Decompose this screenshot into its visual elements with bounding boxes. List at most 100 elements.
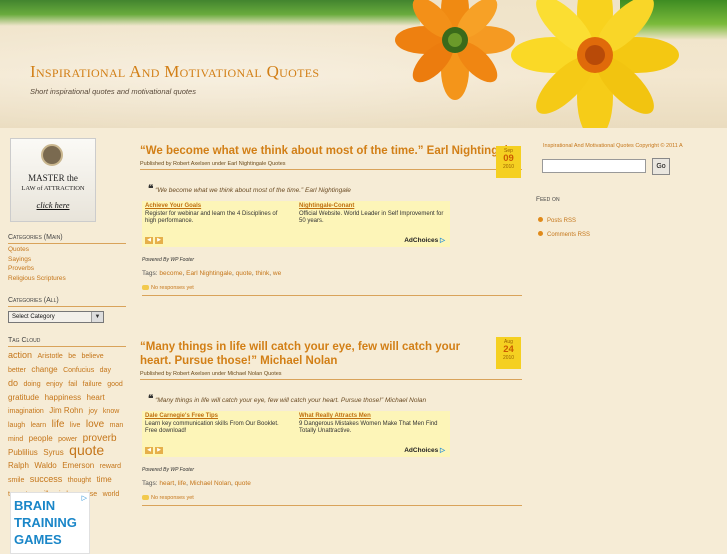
tag-link[interactable]: time <box>97 475 112 484</box>
tag-link[interactable]: Ralph <box>8 461 29 470</box>
tag-link[interactable]: change <box>31 365 57 374</box>
tag-link[interactable]: become <box>159 270 182 277</box>
ad-unit[interactable]: Achieve Your Goals Register for webinar … <box>145 203 290 226</box>
tag-link[interactable]: Confucius <box>63 367 94 374</box>
category-link[interactable]: Sayings <box>8 255 130 265</box>
date-year: 2010 <box>502 355 515 361</box>
tag-link[interactable]: failure <box>83 381 102 388</box>
tag-link[interactable]: people <box>29 434 53 443</box>
tag-link[interactable]: better <box>8 367 26 374</box>
tag-link[interactable]: action <box>8 350 32 360</box>
ad-unit[interactable]: What Really Attracts Men 9 Dangerous Mis… <box>299 413 444 436</box>
ad-unit[interactable]: Dale Carnegie's Free Tips Learn key comm… <box>145 413 290 436</box>
adchoices-label[interactable]: AdChoices ▷ <box>404 236 445 244</box>
flowers-image <box>395 0 679 128</box>
tag-link[interactable]: joy <box>89 408 98 415</box>
tag-link[interactable]: world <box>103 491 120 498</box>
prev-arrow-icon[interactable]: ◀ <box>145 237 153 244</box>
post-title[interactable]: “Many things in life will catch your eye… <box>140 340 470 368</box>
category-link[interactable]: Quotes <box>8 245 130 255</box>
comments-rss-label[interactable]: Comments RSS <box>547 232 590 238</box>
banner-cta[interactable]: click here <box>11 200 95 210</box>
ad-title[interactable]: Achieve Your Goals <box>145 203 290 211</box>
tag-link[interactable]: think <box>256 270 270 277</box>
next-arrow-icon[interactable]: ▶ <box>155 447 163 454</box>
tag-link[interactable]: success <box>30 474 63 484</box>
tag-link[interactable]: gratitude <box>8 393 39 402</box>
brain-ad-line2: TRAINING <box>14 515 77 530</box>
tag-link[interactable]: happiness <box>45 393 81 402</box>
powered-by[interactable]: Powered By WP Footer <box>142 257 522 263</box>
tag-link[interactable]: be <box>68 353 76 360</box>
tag-link[interactable]: doing <box>23 381 40 388</box>
category-link[interactable]: Religious Scriptures <box>8 274 130 284</box>
category-select[interactable]: Select Category ▼ <box>8 311 104 323</box>
post-title[interactable]: “We become what we think about most of t… <box>140 144 522 158</box>
tag-link[interactable]: day <box>100 367 111 374</box>
text-ad[interactable]: Dale Carnegie's Free Tips Learn key comm… <box>142 411 450 457</box>
tag-link[interactable]: live <box>70 422 81 429</box>
responses-text[interactable]: No responses yet <box>151 285 194 291</box>
text-ad[interactable]: Achieve Your Goals Register for webinar … <box>142 201 450 247</box>
post-date: Aug 24 2010 <box>496 337 521 369</box>
tag-link[interactable]: Waldo <box>34 461 56 470</box>
ad-title[interactable]: What Really Attracts Men <box>299 413 444 421</box>
adchoices-icon[interactable]: ▷ <box>82 494 87 502</box>
posts-rss-label[interactable]: Posts RSS <box>547 218 576 224</box>
post-responses[interactable]: No responses yet <box>142 285 522 296</box>
tag-link[interactable]: smile <box>8 477 24 484</box>
ad-nav: ◀ ▶ <box>145 447 165 454</box>
tag-link[interactable]: believe <box>81 353 103 360</box>
powered-by[interactable]: Powered By WP Footer <box>142 467 522 473</box>
tag-link[interactable]: Earl Nightingale <box>186 270 232 277</box>
main-content: “We become what we think about most of t… <box>140 138 522 540</box>
post-responses[interactable]: No responses yet <box>142 495 522 506</box>
adchoices-label[interactable]: AdChoices ▷ <box>404 446 445 454</box>
ad-unit[interactable]: Nightingale-Conant Official Website. Wor… <box>299 203 444 226</box>
tag-link[interactable]: Publilius <box>8 448 38 457</box>
tag-link[interactable]: life <box>52 419 65 430</box>
comments-rss-link[interactable]: Comments RSS <box>538 231 590 238</box>
ad-title[interactable]: Dale Carnegie's Free Tips <box>145 413 290 421</box>
tag-link[interactable]: imagination <box>8 408 44 415</box>
tag-link[interactable]: quote <box>236 270 252 277</box>
tag-link[interactable]: reward <box>100 463 121 470</box>
responses-text[interactable]: No responses yet <box>151 495 194 501</box>
tag-link[interactable]: Syrus <box>43 448 63 457</box>
category-link[interactable]: Proverbs <box>8 264 130 274</box>
tag-link[interactable]: know <box>103 408 119 415</box>
tag-link[interactable]: thought <box>68 477 91 484</box>
tag-link[interactable]: Aristotle <box>37 353 62 360</box>
prev-arrow-icon[interactable]: ◀ <box>145 447 153 454</box>
tag-link[interactable]: quote <box>235 480 251 487</box>
posts-rss-link[interactable]: Posts RSS <box>538 217 576 224</box>
tag-link[interactable]: do <box>8 378 18 388</box>
chevron-down-icon: ▼ <box>91 312 103 322</box>
search-input[interactable] <box>542 159 646 173</box>
tag-link[interactable]: laugh <box>8 422 25 429</box>
tags-label: Tags: <box>142 480 158 487</box>
date-day: 09 <box>503 153 514 164</box>
categories-main-heading: Categories (Main) <box>8 234 126 244</box>
tag-link[interactable]: learn <box>31 422 47 429</box>
ad-title[interactable]: Nightingale-Conant <box>299 203 444 211</box>
law-of-attraction-banner[interactable]: MASTER the LAW of ATTRACTION click here <box>10 138 96 222</box>
tag-link[interactable]: good <box>107 381 123 388</box>
tag-link[interactable]: love <box>86 419 104 430</box>
site-title[interactable]: Inspirational And Motivational Quotes <box>30 62 319 82</box>
tag-link[interactable]: heart <box>87 393 105 402</box>
tag-link[interactable]: Emerson <box>62 461 94 470</box>
rss-icon <box>538 231 543 236</box>
tag-link[interactable]: Jim Rohn <box>49 406 83 415</box>
tag-link[interactable]: fail <box>68 381 77 388</box>
tag-link[interactable]: enjoy <box>46 381 63 388</box>
tag-link[interactable]: life <box>178 480 186 487</box>
tag-link[interactable]: heart <box>159 480 174 487</box>
tag-link[interactable]: mind <box>8 436 23 443</box>
tag-link[interactable]: we <box>273 270 281 277</box>
tag-link[interactable]: quote <box>69 442 104 458</box>
search-button[interactable]: Go <box>652 158 670 175</box>
tag-link[interactable]: man <box>110 422 124 429</box>
next-arrow-icon[interactable]: ▶ <box>155 237 163 244</box>
tag-link[interactable]: Michael Nolan <box>190 480 231 487</box>
